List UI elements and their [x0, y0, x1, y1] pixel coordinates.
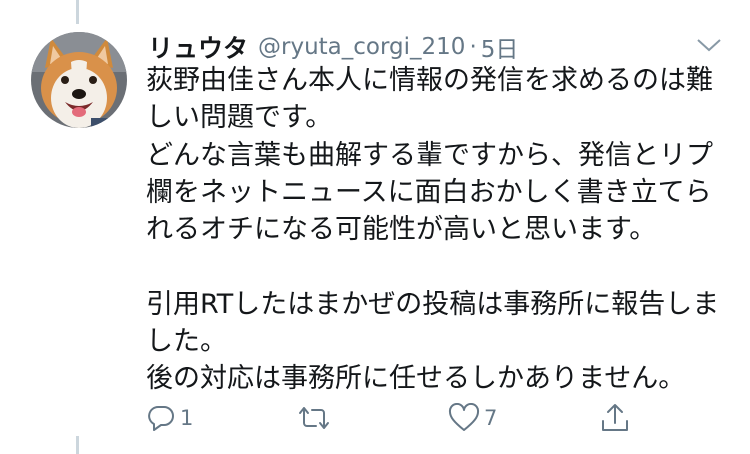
tweet-text-line: した。: [146, 326, 227, 358]
tweet-actions: 1 7: [146, 400, 646, 436]
user-handle[interactable]: @ryuta_corgi_210: [258, 34, 465, 60]
timestamp[interactable]: 5日: [481, 30, 519, 64]
thread-connector-bottom: [76, 436, 79, 454]
chevron-down-icon[interactable]: [696, 36, 722, 54]
like-button[interactable]: 7: [448, 400, 497, 436]
tweet-text-line: [146, 248, 736, 285]
heart-icon: [448, 403, 480, 433]
tweet-text-line: どんな言葉も曲解する輩ですから、発信とリプ: [146, 139, 713, 171]
tweet-text-line: れるオチになる可能性が高いと思います。: [146, 214, 657, 246]
reply-icon: [146, 403, 176, 433]
share-button[interactable]: [600, 400, 630, 436]
tweet-text-line: 荻野由佳さん本人に情報の発信を求めるのは難: [146, 65, 713, 96]
retweet-button[interactable]: [296, 400, 336, 436]
tweet-text: 荻野由佳さん本人に情報の発信を求めるのは難 しい問題です。 どんな言葉も曲解する…: [146, 62, 736, 398]
tweet-text-line: 欄をネットニュースに面白おかしく書き立てら: [146, 176, 712, 208]
tweet-text-line: しい問題です。: [146, 102, 333, 134]
avatar[interactable]: [31, 32, 127, 128]
tweet-text-line: 引用RTしたはまかぜの投稿は事務所に報告しま: [146, 288, 720, 320]
tweet-header: リュウタ @ryuta_corgi_210 · 5日: [148, 30, 518, 64]
thread-connector-top: [76, 0, 79, 24]
corgi-avatar-image: [31, 32, 127, 128]
tweet-text-line: 後の対応は事務所に任せるしかありません。: [146, 363, 686, 395]
separator-dot: ·: [469, 34, 477, 60]
share-icon: [600, 402, 630, 434]
reply-count: 1: [180, 406, 194, 430]
display-name[interactable]: リュウタ: [148, 29, 248, 65]
reply-button[interactable]: 1: [146, 400, 193, 436]
retweet-icon: [296, 403, 332, 433]
like-count: 7: [484, 406, 498, 430]
